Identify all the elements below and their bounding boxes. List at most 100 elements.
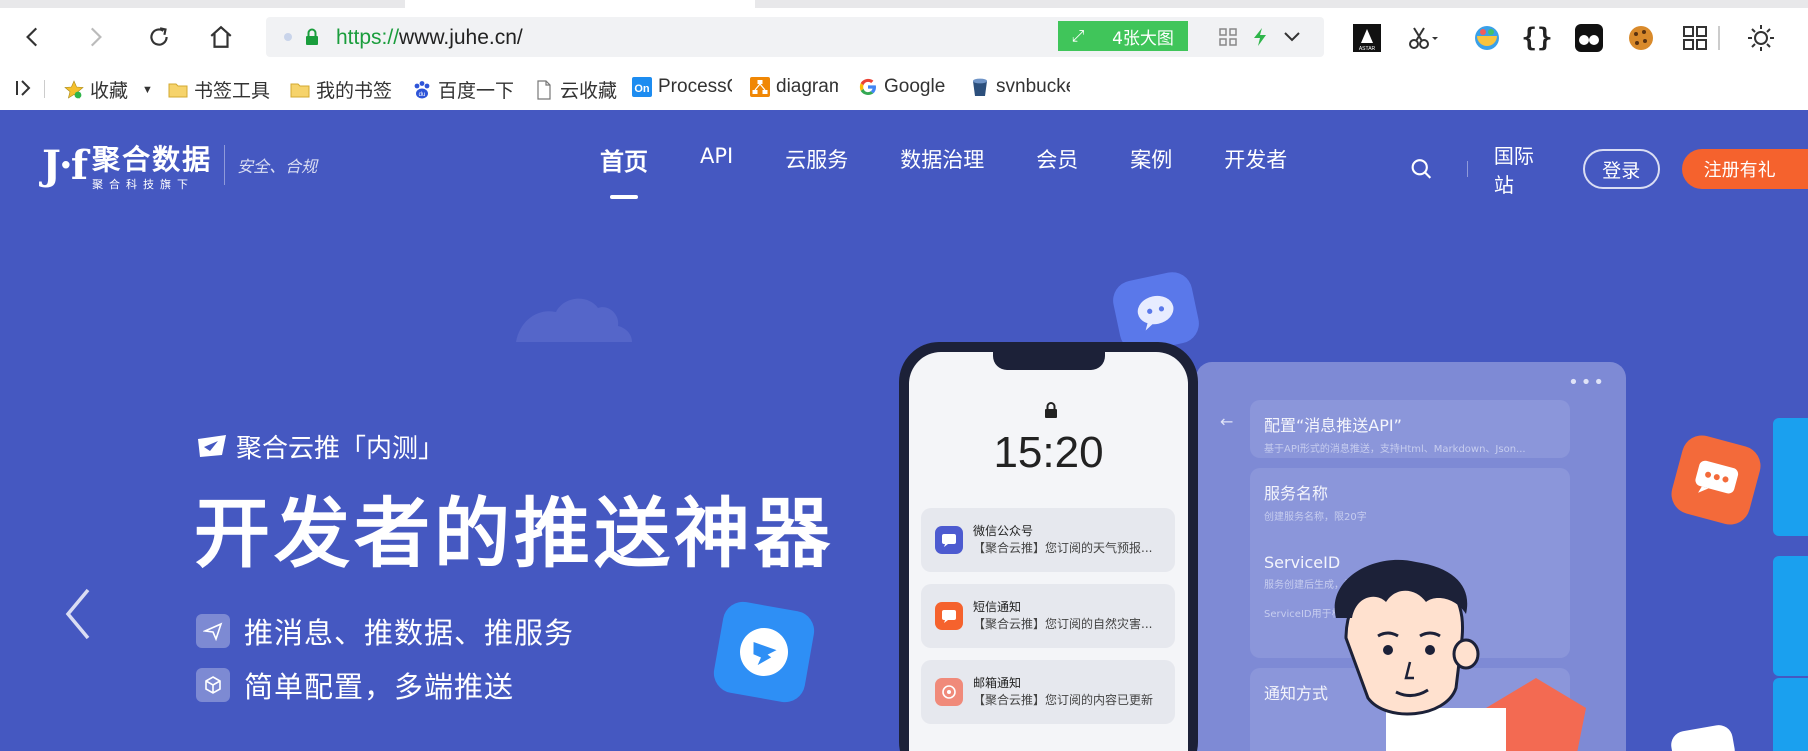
phone-clock: 15:20 bbox=[993, 428, 1104, 477]
config-title: 配置“消息推送API” bbox=[1264, 416, 1402, 435]
url-host: www.juhe.cn/ bbox=[399, 26, 523, 49]
expand-icon: ⤢ bbox=[1071, 26, 1085, 45]
brightness-icon[interactable] bbox=[1746, 23, 1776, 53]
nav-item-cloud-service[interactable]: 云服务 bbox=[785, 144, 848, 177]
nav-item-cases[interactable]: 案例 bbox=[1130, 144, 1172, 177]
bookmark-processon[interactable]: On ProcessOn bbox=[632, 76, 732, 98]
notification-body: 【聚合云推】您订阅的天气预报... bbox=[973, 541, 1153, 555]
sidebar-toggle-icon[interactable] bbox=[14, 78, 36, 98]
star-icon bbox=[64, 79, 84, 99]
svg-text:ASTAR: ASTAR bbox=[1359, 46, 1376, 52]
carousel-prev-arrow-icon[interactable] bbox=[60, 586, 96, 642]
apps-grid-icon[interactable] bbox=[1680, 23, 1710, 53]
site-info-dot[interactable] bbox=[284, 33, 292, 41]
bookmark-label: 我的书签 bbox=[316, 81, 393, 102]
nav-item-api[interactable]: API bbox=[700, 144, 733, 177]
big-image-button[interactable]: ⤢ 4张大图 bbox=[1058, 21, 1188, 51]
service-name-hint: 创建服务名称，限20字 bbox=[1264, 512, 1367, 523]
astar-extension-icon[interactable]: ASTAR bbox=[1352, 23, 1382, 53]
notification-title: 短信通知 bbox=[973, 600, 1022, 614]
side-float-panel-bottom[interactable] bbox=[1773, 678, 1808, 751]
bookmark-divider bbox=[44, 80, 45, 98]
notification-sms: 短信通知 【聚合云推】您订阅的自然灾害... bbox=[921, 584, 1175, 648]
bookmark-svnbucket[interactable]: svnbucket bbox=[970, 76, 1070, 98]
folder-icon bbox=[168, 83, 188, 97]
processon-icon: On bbox=[632, 77, 652, 97]
search-icon[interactable] bbox=[1410, 156, 1433, 182]
nav-item-developer[interactable]: 开发者 bbox=[1224, 144, 1287, 177]
folder-icon bbox=[290, 83, 310, 97]
header-divider bbox=[1467, 161, 1468, 177]
reload-button[interactable] bbox=[144, 22, 174, 52]
nav-item-home[interactable]: 首页 bbox=[600, 142, 648, 199]
notification-email: 邮箱通知 【聚合云推】您订阅的内容已更新 bbox=[921, 660, 1175, 724]
lock-icon[interactable] bbox=[302, 27, 322, 47]
bookmark-folder-mine[interactable]: 我的书签 bbox=[290, 76, 392, 103]
hero-tag-text: 聚合云推「内测」 bbox=[236, 434, 445, 464]
email-icon bbox=[935, 678, 963, 706]
toolbar-divider bbox=[1718, 26, 1720, 50]
phone-screen: 15:20 微信公众号 【聚合云推】您订阅的天气预报... 短信通知 【聚合云推】您… bbox=[909, 352, 1188, 751]
big-image-label: 4张大图 bbox=[1112, 28, 1174, 49]
back-button[interactable] bbox=[18, 22, 48, 52]
lightning-icon[interactable] bbox=[1248, 25, 1272, 49]
register-button[interactable]: 注册有礼 bbox=[1681, 149, 1808, 189]
bookmark-cloud[interactable]: 云收藏 bbox=[534, 76, 617, 103]
active-tab[interactable] bbox=[405, 0, 755, 8]
side-float-panel-middle[interactable] bbox=[1773, 556, 1808, 676]
main-nav: 首页 API 云服务 数据治理 会员 案例 开发者 bbox=[600, 142, 1339, 199]
tampermonkey-icon[interactable] bbox=[1574, 23, 1604, 53]
forward-arrow-icon bbox=[90, 27, 102, 47]
site-logo[interactable]: J·f 聚合数据 聚合科技旗下 安全、合规 bbox=[42, 138, 317, 192]
international-site-link[interactable]: 国际站 bbox=[1494, 140, 1547, 198]
back-arrow-icon: ← bbox=[1220, 412, 1234, 431]
caret-down-icon[interactable]: ▼ bbox=[142, 84, 153, 96]
cookie-icon[interactable] bbox=[1626, 23, 1656, 53]
notification-title: 邮箱通知 bbox=[973, 676, 1022, 690]
braces-icon[interactable]: {} bbox=[1521, 23, 1552, 53]
hero-feature-text: 推消息、推数据、推服务 bbox=[244, 616, 575, 650]
side-float-panel-top[interactable] bbox=[1773, 418, 1808, 536]
sms-icon bbox=[935, 602, 963, 630]
hero-product-tag: 聚合云推「内测」 bbox=[196, 428, 444, 465]
nav-item-membership[interactable]: 会员 bbox=[1036, 144, 1078, 177]
padlock-icon bbox=[1045, 402, 1057, 418]
svg-text:On: On bbox=[634, 83, 650, 95]
hero-feature-2: 简单配置，多端推送 bbox=[196, 664, 514, 706]
bookmark-folder-tools[interactable]: 书签工具 bbox=[168, 76, 270, 103]
site-header: J·f 聚合数据 聚合科技旗下 安全、合规 首页 API 云服务 数据治理 会员… bbox=[0, 110, 1808, 210]
back-arrow-icon bbox=[26, 27, 38, 47]
forward-button[interactable] bbox=[80, 22, 110, 52]
url-protocol: https:// bbox=[336, 26, 400, 49]
logo-slogan: 安全、合规 bbox=[237, 157, 318, 176]
bookmark-label: 收藏 bbox=[90, 81, 129, 102]
logo-text: 聚合数据 bbox=[92, 143, 213, 176]
svg-text:du: du bbox=[419, 92, 426, 98]
bookmark-baidu[interactable]: du 百度一下 bbox=[412, 76, 514, 103]
dingtalk-icon bbox=[710, 598, 818, 706]
browser-toolbar: https://www.juhe.cn/ ⤢ 4张大图 ASTAR {} bbox=[0, 8, 1808, 66]
login-button[interactable]: 登录 bbox=[1583, 149, 1660, 189]
header-actions: 国际站 登录 注册有礼 bbox=[1410, 140, 1808, 198]
phone-mockup: 15:20 微信公众号 【聚合云推】您订阅的天气预报... 短信通知 【聚合云推】您… bbox=[899, 342, 1198, 751]
bookmark-favorites[interactable]: 收藏 ▼ bbox=[64, 76, 153, 103]
home-icon bbox=[210, 25, 232, 48]
phone-notch bbox=[993, 352, 1105, 370]
colorful-bowl-icon[interactable] bbox=[1472, 23, 1502, 53]
bookmark-google[interactable]: Google bbox=[858, 76, 945, 98]
cube-icon bbox=[196, 668, 230, 702]
home-button[interactable] bbox=[206, 22, 236, 52]
bookmarks-bar: 收藏 ▼ 书签工具 我的书签 du 百度一下 云收藏 On ProcessOn … bbox=[0, 66, 1808, 110]
scissors-icon[interactable] bbox=[1408, 23, 1438, 53]
page-icon bbox=[537, 79, 551, 100]
qr-code-icon[interactable] bbox=[1216, 25, 1240, 49]
nav-item-data-governance[interactable]: 数据治理 bbox=[900, 144, 984, 177]
tab-strip bbox=[0, 0, 1808, 8]
send-icon bbox=[196, 614, 230, 648]
bookmark-diagrams[interactable]: diagrams bbox=[750, 76, 838, 98]
url-text[interactable]: https://www.juhe.cn/ bbox=[336, 26, 523, 50]
message-bubble-icon bbox=[1667, 431, 1765, 529]
dropdown-chevron-icon[interactable] bbox=[1280, 25, 1304, 49]
bookmark-label: diagrams bbox=[776, 76, 838, 97]
address-bar[interactable]: https://www.juhe.cn/ ⤢ 4张大图 bbox=[266, 17, 1324, 57]
